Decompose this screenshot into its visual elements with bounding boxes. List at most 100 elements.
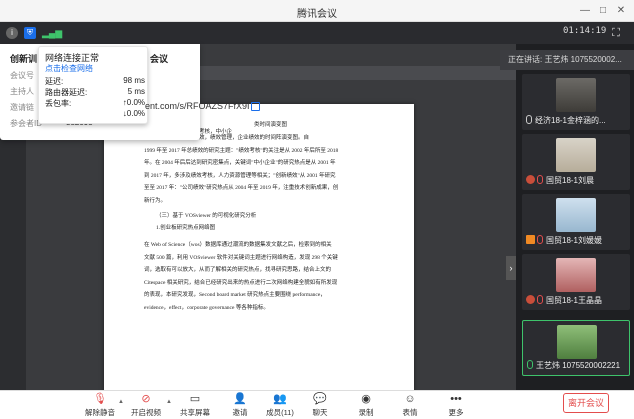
mic-icon <box>527 360 533 369</box>
participant-video <box>556 78 596 112</box>
participant-video <box>556 198 596 232</box>
more-label: 更多 <box>448 408 464 417</box>
info-icon[interactable]: i <box>6 27 18 39</box>
speaking-indicator: 正在讲话: 王艺炜 1075520002... <box>500 50 634 70</box>
shield-icon[interactable]: ⛨ <box>24 27 36 39</box>
invite-link-label: 邀请链 <box>10 103 34 112</box>
invite-label: 邀请 <box>232 408 248 417</box>
document-line: 的表现，本研究发现，Second board market 研究热点主要围绕 p… <box>144 292 326 299</box>
window-titlebar: 腾讯会议 — □ ✕ <box>0 0 634 22</box>
participant-tile[interactable]: 国贸18-1刘晨 <box>522 134 630 190</box>
meeting-info-heading-suffix: 会议 <box>150 54 169 64</box>
mic-icon <box>526 115 532 124</box>
document-line: 文献 500 篇，利用 VOSviewer 软件对关键词主题进行网络构造，发现 … <box>144 254 338 261</box>
avatar-icon <box>526 235 535 244</box>
add-user-icon: 👤 <box>233 393 247 405</box>
record-icon: ◉ <box>361 393 371 405</box>
participant-video <box>556 138 596 172</box>
participant-video <box>557 325 597 359</box>
mic-off-icon <box>537 175 543 184</box>
shared-app-sidebar <box>0 106 26 419</box>
latency-row: 延迟: 98 ms <box>45 76 145 87</box>
participant-name-text: 国贸18-1刘媛媛 <box>546 236 603 245</box>
host-label: 主持人 <box>10 87 34 96</box>
copy-icon[interactable] <box>251 102 260 111</box>
users-icon: 👥 <box>273 393 287 405</box>
maximize-icon[interactable]: □ <box>596 4 610 18</box>
packet-loss-row: 丢包率: ↑0.0% <box>45 98 145 109</box>
participant-name-text: 国贸18-1刘晨 <box>546 176 595 185</box>
document-line: 在 Web of Science（wos）数据库通过潮流的数据集发文献之后，检索… <box>144 242 332 248</box>
meeting-status-bar: i ⛨ ▂▄▆ 01:14:19 ⛶ <box>0 22 634 44</box>
participant-tile[interactable]: 国贸18-1王晶晶 <box>522 254 630 310</box>
avatar-icon <box>526 175 535 184</box>
network-status-popup: 网络连接正常 点击检查网络 延迟: 98 ms 路由器延迟: 5 ms 丢包率:… <box>38 46 148 124</box>
meeting-clock: 01:14:19 <box>563 26 607 36</box>
document-line: 年。在 2004 年后后达到研究密集点，关键词"中小企业"的研究热点是从 200… <box>144 160 336 167</box>
router-latency-value: 5 ms <box>127 87 145 96</box>
monitor-icon: ▭ <box>189 393 201 405</box>
participant-video <box>556 258 596 292</box>
participant-name: 国贸18-1刘晨 <box>526 175 626 187</box>
participant-name: 王艺炜 1075520002221 <box>527 360 625 372</box>
more-button[interactable]: ••• 更多 <box>436 393 476 419</box>
members-button[interactable]: 👥 成员(11) <box>260 393 300 419</box>
latency-label: 延迟: <box>45 77 64 86</box>
share-screen-label: 共享屏幕 <box>180 408 210 417</box>
mic-off-icon <box>537 295 543 304</box>
document-line: Citespace 相关研究，结合已经研究出来的热点进行二次网络构建全貌如有所发… <box>144 279 338 286</box>
mic-off-icon: 🎙 <box>93 393 107 405</box>
window-title: 腾讯会议 <box>297 9 337 20</box>
packet-loss-up-value: ↑0.0% <box>122 98 145 107</box>
participant-name: 国贸18-1刘媛媛 <box>526 235 626 247</box>
record-label: 录制 <box>358 408 374 417</box>
start-video-button[interactable]: ⊘ 开启视频 <box>126 393 166 419</box>
participant-tile-active[interactable]: 王艺炜 1075520002221 <box>522 320 630 376</box>
more-icon: ••• <box>450 393 462 405</box>
check-network-link[interactable]: 点击检查网络 <box>45 63 93 74</box>
chat-button[interactable]: 💬 聊天 <box>300 393 340 419</box>
participant-tile[interactable]: 国贸18-1刘媛媛 <box>522 194 630 250</box>
invite-button[interactable]: 👤 邀请 <box>220 393 260 419</box>
invite-url[interactable]: ent.com/s/RFOAZS7FfX9I <box>145 101 250 111</box>
emoji-label: 表情 <box>402 408 418 417</box>
meeting-info-heading: 创新训 <box>10 54 38 64</box>
router-latency-row: 路由器延迟: 5 ms <box>45 87 145 98</box>
document-line: 至至 2017 年："公司绩效"研究热点从 2004 年至 2019 年，注重技… <box>144 185 339 192</box>
packet-loss-label: 丢包率: <box>45 99 72 108</box>
meeting-toolbar: 🎙 解除静音 ▲ ⊘ 开启视频 ▲ ▭ 共享屏幕 👤 邀请 👥 成员(11) 💬… <box>0 390 634 419</box>
minimize-icon[interactable]: — <box>578 4 592 18</box>
record-button[interactable]: ◉ 录制 <box>346 393 386 419</box>
participant-name-text: 王艺炜 1075520002221 <box>536 361 621 370</box>
document-page: 类时间演变图……是企业绩效，绩效考核，中小企业，创新绩效，公司绩效，绩效管理，企… <box>104 104 414 409</box>
chat-icon: 💬 <box>313 393 327 405</box>
unmute-label: 解除静音 <box>85 408 115 417</box>
document-line: 词，选取有可以放大，从而了解相关的研究热点，找寻研究思路，结合上文的 <box>144 267 332 274</box>
participant-name-text: 经济18-1金梓涵的... <box>535 116 606 125</box>
latency-value: 98 ms <box>123 76 145 85</box>
document-line: 新行为。 <box>144 197 167 204</box>
members-label: 成员(11) <box>266 408 294 417</box>
leave-meeting-button[interactable]: 离开会议 <box>563 393 609 413</box>
document-line: （三）基于 VOSviewer 的可视化研究分析 <box>156 212 257 219</box>
signal-icon[interactable]: ▂▄▆ <box>42 27 62 39</box>
document-line: 到 2017 年，多涉及绩效考核，人力资源管理等相关；"创新绩效"从 2001 … <box>144 172 336 179</box>
participant-name: 经济18-1金梓涵的... <box>526 115 626 127</box>
close-icon[interactable]: ✕ <box>614 4 628 18</box>
document-line: 1.创业板研究热点网络图 <box>156 225 216 232</box>
emoji-button[interactable]: ☺ 表情 <box>390 393 430 419</box>
fullscreen-icon[interactable]: ⛶ <box>609 26 623 40</box>
document-line: evidence，effect，corporate governance 等各种… <box>144 305 269 311</box>
chevron-right-icon[interactable]: › <box>506 256 516 280</box>
chevron-up-icon[interactable]: ▲ <box>118 399 124 405</box>
participant-list[interactable]: 经济18-1金梓涵的... 国贸18-1刘晨 国贸18-1刘媛媛 国贸18-1王… <box>518 70 634 390</box>
mic-off-icon <box>537 235 543 244</box>
start-video-label: 开启视频 <box>131 408 161 417</box>
camera-off-icon: ⊘ <box>141 393 151 405</box>
participant-tile[interactable]: 经济18-1金梓涵的... <box>522 74 630 130</box>
unmute-button[interactable]: 🎙 解除静音 <box>80 393 120 419</box>
share-screen-button[interactable]: ▭ 共享屏幕 <box>175 393 215 419</box>
chevron-up-icon[interactable]: ▲ <box>166 399 172 405</box>
meeting-id-label: 会议号 <box>10 71 34 80</box>
participant-name-text: 国贸18-1王晶晶 <box>546 296 603 305</box>
